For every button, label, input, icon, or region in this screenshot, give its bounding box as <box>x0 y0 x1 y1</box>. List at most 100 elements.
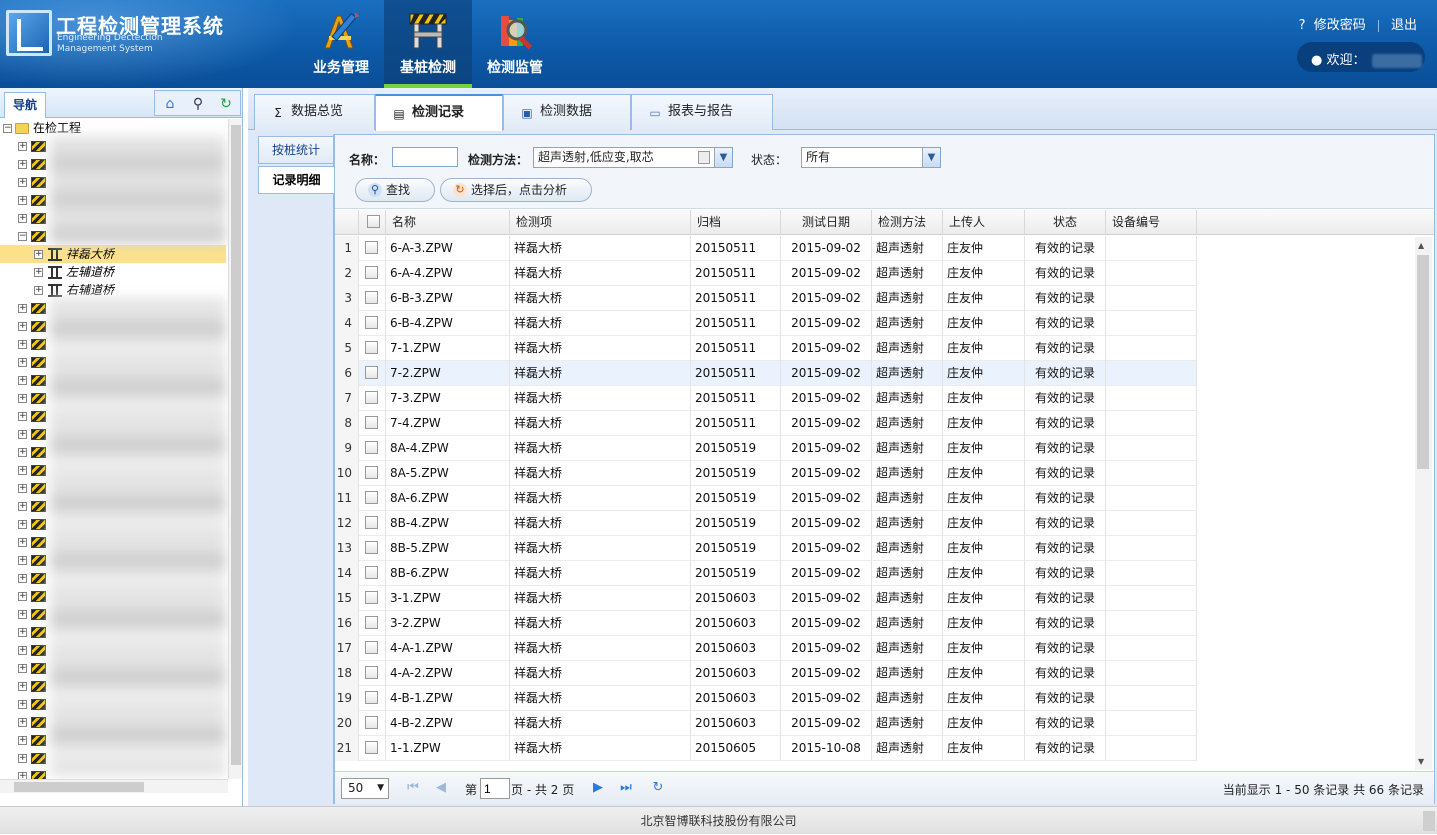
cell-select[interactable] <box>359 686 386 711</box>
header-name[interactable]: 名称 <box>386 210 510 235</box>
state-select[interactable]: 所有 ▼ <box>801 147 941 168</box>
last-page-icon[interactable]: ⏭ <box>619 780 633 796</box>
resize-handle[interactable] <box>1423 811 1435 831</box>
table-row[interactable]: 7 7-3.ZPW 祥磊大桥 20150511 2015-09-02 超声透射 庄友仲 有效的… <box>335 386 1197 411</box>
row-checkbox[interactable] <box>365 566 378 579</box>
tab-detection-data[interactable]: ▣ 检测数据 <box>503 94 631 130</box>
table-row[interactable]: 1 6-A-3.ZPW 祥磊大桥 20150511 2015-09-02 超声透射 庄友仲有… <box>335 236 1197 261</box>
table-row[interactable]: 12 8B-4.ZPW 祥磊大桥 20150519 2015-09-02 超声透射 庄友仲有… <box>335 511 1197 536</box>
row-checkbox[interactable] <box>365 691 378 704</box>
tree-item[interactable]: + 左辅道桥 <box>0 263 228 281</box>
table-row[interactable]: 17 4-A-1.ZPW 祥磊大桥 20150603 2015-09-02 超声透射 庄友仲… <box>335 636 1197 661</box>
row-checkbox[interactable] <box>365 541 378 554</box>
cell-select[interactable] <box>359 636 386 661</box>
row-checkbox[interactable] <box>365 591 378 604</box>
cell-select[interactable] <box>359 286 386 311</box>
cell-select[interactable] <box>359 336 386 361</box>
header-item[interactable]: 检测项 <box>510 210 691 235</box>
header-select-all[interactable] <box>359 210 386 235</box>
refresh-icon[interactable]: ↻ <box>217 95 235 113</box>
cell-select[interactable] <box>359 361 386 386</box>
cell-select[interactable] <box>359 386 386 411</box>
row-checkbox[interactable] <box>365 366 378 379</box>
subtab-pile-statistics[interactable]: 按桩统计 <box>258 136 334 164</box>
cell-select[interactable] <box>359 661 386 686</box>
cell-select[interactable] <box>359 536 386 561</box>
select-all-checkbox[interactable] <box>367 215 380 228</box>
home-icon[interactable]: ⌂ <box>161 95 179 113</box>
search-button[interactable]: ⚲ 查找 <box>355 178 435 202</box>
tree-item-selected[interactable]: + 祥磊大桥 <box>0 245 226 263</box>
row-checkbox[interactable] <box>365 266 378 279</box>
table-row[interactable]: 19 4-B-1.ZPW 祥磊大桥 20150603 2015-09-02 超声透射 庄友仲… <box>335 686 1197 711</box>
row-checkbox[interactable] <box>365 641 378 654</box>
module-pile-detection[interactable]: 基桩检测 <box>384 0 472 88</box>
table-row[interactable]: 11 8A-6.ZPW 祥磊大桥 20150519 2015-09-02 超声透射 庄友仲有… <box>335 486 1197 511</box>
header-state[interactable]: 状态 <box>1025 210 1106 235</box>
list-icon[interactable] <box>698 151 710 164</box>
row-checkbox[interactable] <box>365 441 378 454</box>
refresh-icon[interactable]: ↻ <box>651 780 665 796</box>
module-detection-supervision[interactable]: 检测监管 <box>471 0 559 88</box>
header-uploader[interactable]: 上传人 <box>943 210 1025 235</box>
cell-select[interactable] <box>359 561 386 586</box>
page-size-select[interactable]: 50 ▼ <box>341 778 389 799</box>
table-row[interactable]: 4 6-B-4.ZPW 祥磊大桥 20150511 2015-09-02 超声透射 庄友仲有… <box>335 311 1197 336</box>
cell-select[interactable] <box>359 236 386 261</box>
table-row[interactable]: 2 6-A-4.ZPW 祥磊大桥 20150511 2015-09-02 超声透射 庄友仲有… <box>335 261 1197 286</box>
collapse-icon[interactable]: − <box>3 124 12 133</box>
scroll-up-icon[interactable]: ▲ <box>1418 241 1424 250</box>
tree-horizontal-scrollbar[interactable] <box>0 779 228 793</box>
cell-select[interactable] <box>359 461 386 486</box>
cell-select[interactable] <box>359 711 386 736</box>
cell-select[interactable] <box>359 311 386 336</box>
prev-page-icon[interactable]: ◀ <box>434 780 448 796</box>
tree-item[interactable]: + 右辅道桥 <box>0 281 228 299</box>
table-row[interactable]: 6 7-2.ZPW 祥磊大桥 20150511 2015-09-02 超声透射 庄友仲 有效的… <box>335 361 1197 386</box>
header-date[interactable]: 测试日期 <box>781 210 872 235</box>
tab-detection-records[interactable]: ▤ 检测记录 <box>375 94 503 131</box>
method-select[interactable]: 超声透射,低应变,取芯 ▼ <box>533 147 733 168</box>
header-archive[interactable]: 归档 <box>691 210 781 235</box>
table-row[interactable]: 20 4-B-2.ZPW 祥磊大桥 20150603 2015-09-02 超声透射 庄友仲… <box>335 711 1197 736</box>
tab-reports[interactable]: ▭ 报表与报告 <box>631 94 773 130</box>
name-input[interactable] <box>392 147 458 167</box>
cell-select[interactable] <box>359 586 386 611</box>
chevron-down-icon[interactable]: ▼ <box>922 148 940 167</box>
table-row[interactable]: 10 8A-5.ZPW 祥磊大桥 20150519 2015-09-02 超声透射 庄友仲有… <box>335 461 1197 486</box>
row-checkbox[interactable] <box>365 716 378 729</box>
cell-select[interactable] <box>359 486 386 511</box>
next-page-icon[interactable]: ▶ <box>591 780 605 796</box>
tree-vertical-scrollbar[interactable] <box>228 119 242 779</box>
header-method[interactable]: 检测方法 <box>872 210 943 235</box>
table-row[interactable]: 21 1-1.ZPW 祥磊大桥 20150605 2015-10-08 超声透射 庄友仲 有效… <box>335 736 1197 761</box>
cell-select[interactable] <box>359 411 386 436</box>
header-device[interactable]: 设备编号 <box>1106 210 1197 235</box>
row-checkbox[interactable] <box>365 741 378 754</box>
chevron-down-icon[interactable]: ▼ <box>714 148 732 167</box>
nav-tab[interactable]: 导航 <box>4 92 46 118</box>
row-checkbox[interactable] <box>365 616 378 629</box>
row-checkbox[interactable] <box>365 666 378 679</box>
subtab-record-details[interactable]: 记录明细 <box>258 166 334 194</box>
row-checkbox[interactable] <box>365 466 378 479</box>
row-checkbox[interactable] <box>365 516 378 529</box>
row-checkbox[interactable] <box>365 316 378 329</box>
table-row[interactable]: 9 8A-4.ZPW 祥磊大桥 20150519 2015-09-02 超声透射 庄友仲 有效… <box>335 436 1197 461</box>
table-row[interactable]: 18 4-A-2.ZPW 祥磊大桥 20150603 2015-09-02 超声透射 庄友仲… <box>335 661 1197 686</box>
table-row[interactable]: 8 7-4.ZPW 祥磊大桥 20150511 2015-09-02 超声透射 庄友仲 有效的… <box>335 411 1197 436</box>
logout-link[interactable]: 退出 <box>1391 18 1417 33</box>
tab-data-overview[interactable]: Σ 数据总览 <box>254 94 375 130</box>
row-checkbox[interactable] <box>365 241 378 254</box>
row-checkbox[interactable] <box>365 291 378 304</box>
first-page-icon[interactable]: ⏮ <box>406 780 420 796</box>
table-row[interactable]: 15 3-1.ZPW 祥磊大桥 20150603 2015-09-02 超声透射 庄友仲 有效… <box>335 586 1197 611</box>
table-row[interactable]: 3 6-B-3.ZPW 祥磊大桥 20150511 2015-09-02 超声透射 庄友仲有… <box>335 286 1197 311</box>
cell-select[interactable] <box>359 736 386 761</box>
table-row[interactable]: 14 8B-6.ZPW 祥磊大桥 20150519 2015-09-02 超声透射 庄友仲有… <box>335 561 1197 586</box>
row-checkbox[interactable] <box>365 491 378 504</box>
cell-select[interactable] <box>359 511 386 536</box>
scroll-down-icon[interactable]: ▼ <box>1418 757 1424 766</box>
page-number-input[interactable] <box>480 778 510 799</box>
row-checkbox[interactable] <box>365 391 378 404</box>
